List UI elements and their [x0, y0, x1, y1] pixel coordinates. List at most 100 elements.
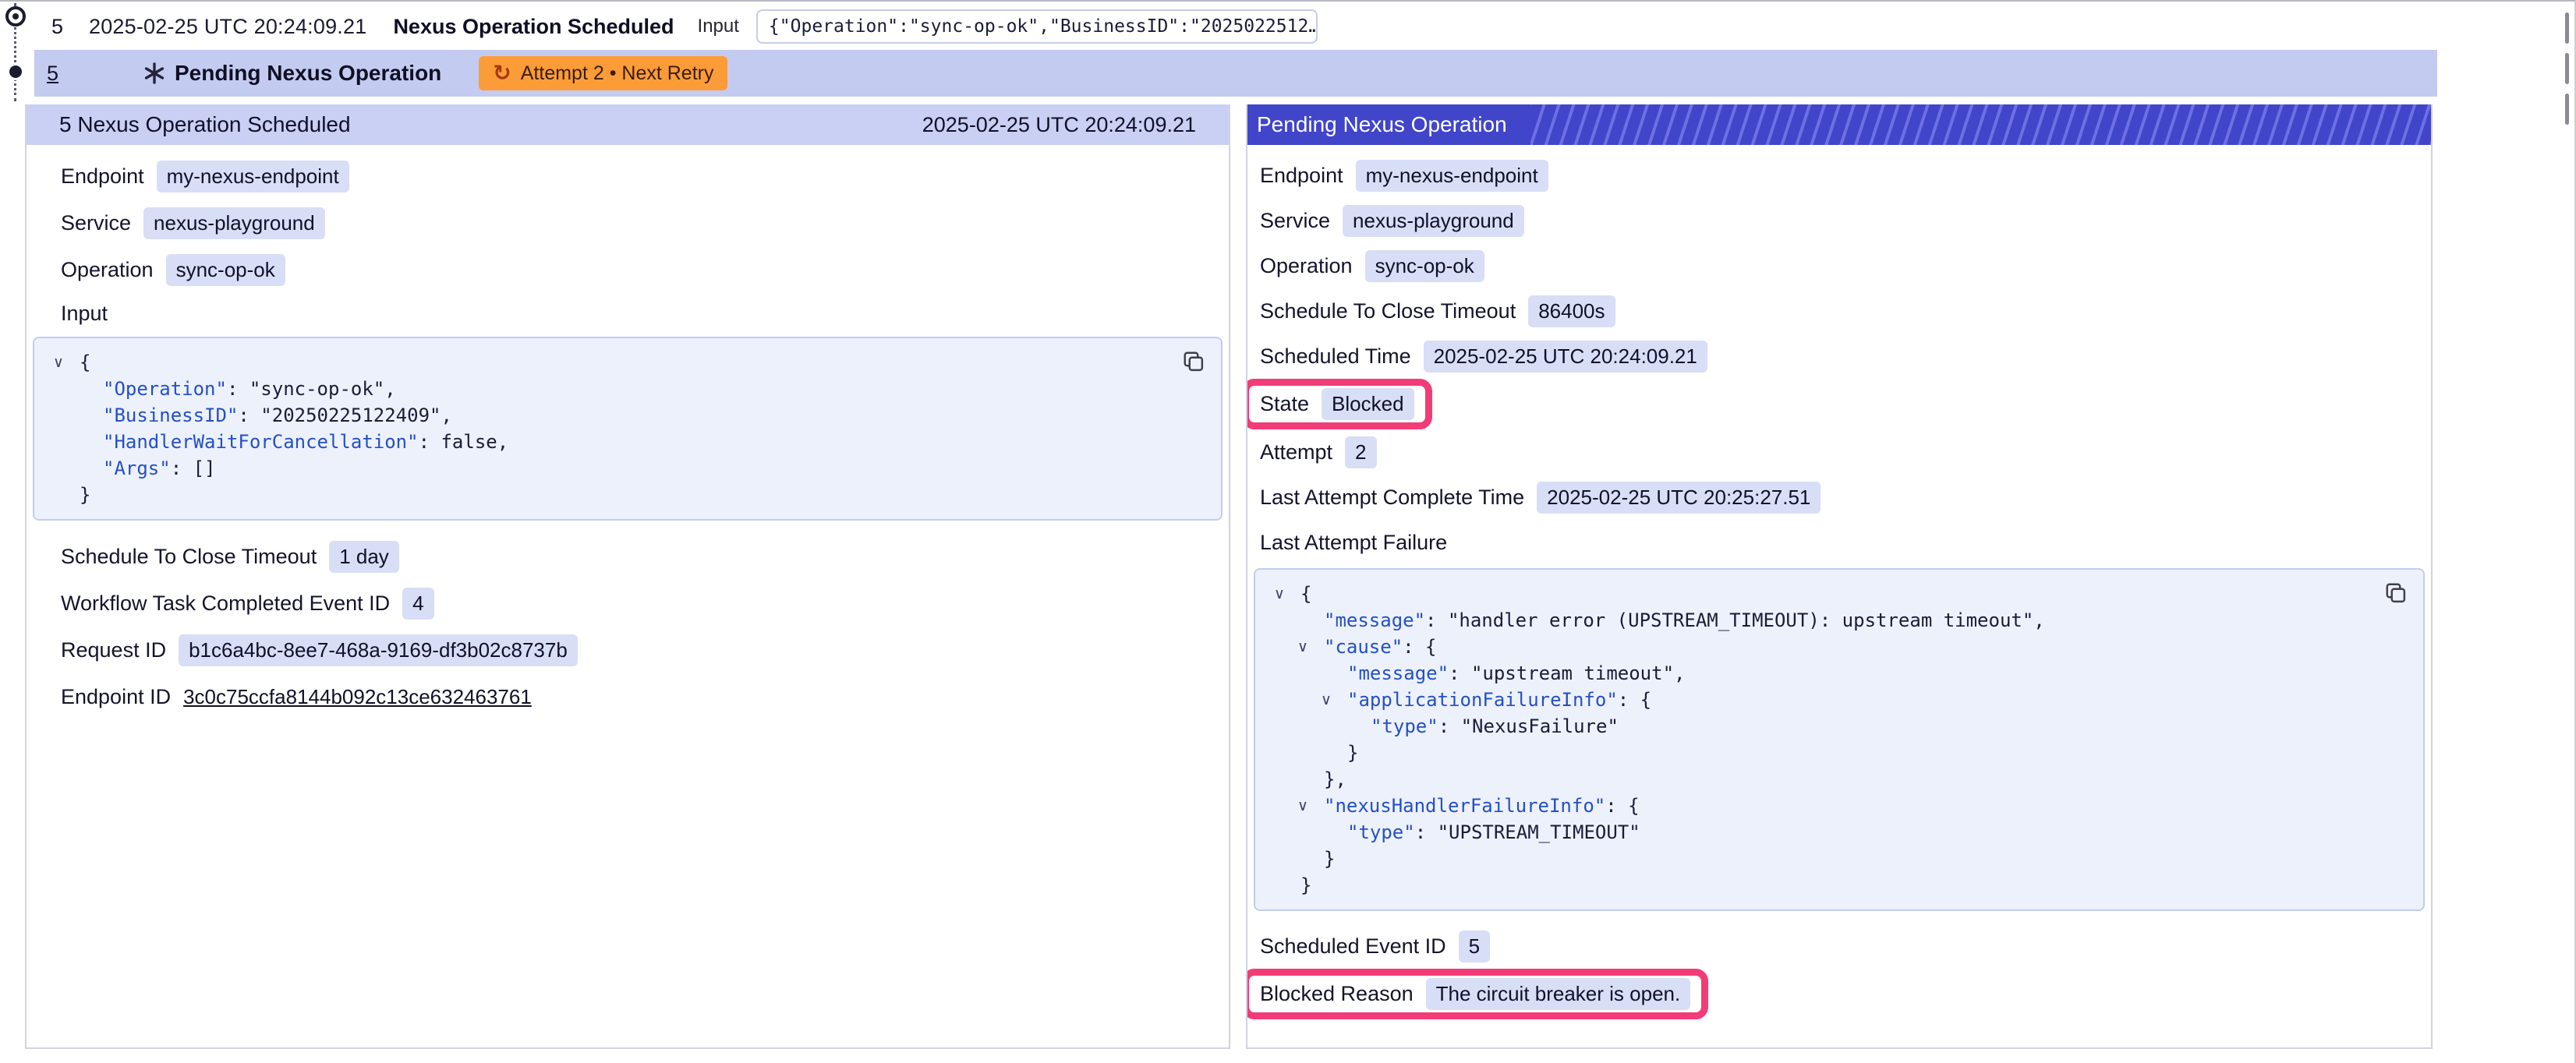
annotation-highlight-box: Blocked Reason The circuit breaker is ope… [1246, 969, 1708, 1019]
code-indent-spacer [1274, 872, 1300, 899]
field-row-endpoint: Endpointmy-nexus-endpoint [61, 153, 1223, 200]
field-label: Schedule To Close Timeout [1260, 299, 1516, 323]
workflow-event-history-view: 5 2025-02-25 UTC 20:24:09.21 Nexus Opera… [0, 0, 2576, 1063]
event-input-label: Input [698, 16, 739, 37]
field-row-input: Input [61, 293, 1223, 334]
code-indent-spacer [1297, 766, 1324, 793]
field-label: Operation [61, 258, 154, 282]
field-label: Blocked Reason [1260, 982, 1414, 1006]
json-code: ∨{"message": "handler error (UPSTREAM_TI… [1274, 581, 2369, 899]
field-label: Last Attempt Failure [1260, 531, 1447, 555]
field-row-endpoint-id: Endpoint ID 3c0c75ccfa8144b092c13ce632463… [61, 673, 1223, 720]
field-label: Endpoint [1260, 164, 1343, 188]
code-line: "type": "NexusFailure" [1371, 713, 1619, 740]
code-line: "message": "upstream timeout", [1347, 660, 1685, 687]
pending-operation-panel: Pending Nexus Operation Endpoint my-nexus… [1246, 104, 2433, 1049]
code-indent-spacer [1321, 819, 1347, 846]
code-line: "HandlerWaitForCancellation": false, [103, 429, 508, 455]
annotation-highlight-box: StateBlocked [1246, 379, 1432, 429]
field-label: Scheduled Time [1260, 344, 1411, 369]
pending-event-marker-icon [7, 63, 24, 80]
retry-badge-label: Attempt 2 • Next Retry [521, 62, 714, 85]
pending-event-title: Pending Nexus Operation [175, 61, 441, 86]
field-row-endpoint: Endpoint my-nexus-endpoint [1260, 153, 2425, 198]
pending-asterisk-icon [143, 62, 165, 84]
code-line: { [80, 349, 90, 376]
field-value-badge: my-nexus-endpoint [1356, 160, 1548, 192]
field-row-operation: Operation sync-op-ok [61, 246, 1223, 293]
code-line: } [1300, 872, 1311, 899]
pending-operation-header-title: Pending Nexus Operation [1247, 104, 1530, 145]
code-indent-spacer [1344, 713, 1371, 740]
field-label: Input [61, 302, 108, 326]
field-row-workflow-task-completed-event-id: Workflow Task Completed Event ID 4 [61, 580, 1223, 627]
field-row-schedule-to-close-timeout: Schedule To Close Timeout 1 day [61, 533, 1223, 580]
failure-json-viewer: ∨{"message": "handler error (UPSTREAM_TI… [1254, 568, 2425, 911]
field-label: Attempt [1260, 440, 1332, 464]
field-row-last-attempt-failure: Last Attempt Failure [1260, 520, 2425, 565]
field-label: Schedule To Close Timeout [61, 545, 317, 569]
field-label: Workflow Task Completed Event ID [61, 592, 390, 616]
field-row-blocked-reason: Blocked Reason The circuit breaker is ope… [1260, 969, 2425, 1019]
field-value-badge: 4 [402, 588, 433, 620]
code-line: { [1300, 581, 1311, 607]
copy-button[interactable] [1180, 349, 1207, 376]
field-row-operation: Operation sync-op-ok [1260, 243, 2425, 288]
scrollbar-thumb[interactable] [2565, 12, 2569, 44]
event-input-preview-chip[interactable]: {"Operation":"sync-op-ok","BusinessID":"… [756, 9, 1318, 44]
code-line: }, [1324, 766, 1346, 793]
field-row-request-id: Request IDb1c6a4bc-8ee7-468a-9169-df3b02… [61, 627, 1223, 673]
code-line: "Args": [] [103, 455, 216, 482]
field-value-badge: 1 day [329, 541, 399, 573]
collapse-chevron-icon[interactable]: ∨ [53, 349, 80, 376]
code-indent-spacer [76, 429, 103, 455]
field-group-bottom: Schedule To Close Timeout 1 day Workflow T… [33, 533, 1223, 720]
field-label: Operation [1260, 254, 1353, 278]
code-line: "applicationFailureInfo": { [1347, 687, 1651, 713]
field-group-top: Endpointmy-nexus-endpointServicenexus-pl… [1254, 153, 2425, 520]
event-row-pending-nexus-operation[interactable]: 5 Pending Nexus Operation ↻ Attempt 2 • … [34, 50, 2437, 97]
event-detail-header-time: 2025-02-25 UTC 20:24:09.21 [922, 113, 1196, 137]
field-value-badge: Blocked [1322, 388, 1414, 420]
code-indent-spacer [1297, 607, 1324, 634]
field-label: Endpoint ID [61, 685, 171, 709]
field-value-badge: sync-op-ok [166, 254, 285, 286]
copy-button[interactable] [2383, 581, 2409, 607]
field-label: Service [1260, 209, 1330, 233]
scrollbar-thumb[interactable] [2565, 53, 2569, 84]
field-group-bottom: Scheduled Event ID5Blocked ReasonThe cir… [1254, 924, 2425, 1019]
event-id-link[interactable]: 5 [47, 62, 84, 86]
retry-attempt-badge: ↻ Attempt 2 • Next Retry [479, 56, 727, 90]
field-row-service: Servicenexus-playground [61, 200, 1223, 246]
pending-operation-header: Pending Nexus Operation [1247, 104, 2431, 145]
field-row-scheduled-time: Scheduled Time 2025-02-25 UTC 20:24:09.21 [1260, 334, 2425, 379]
event-start-marker-icon [5, 6, 26, 26]
field-value-link[interactable]: 3c0c75ccfa8144b092c13ce632463761 [183, 685, 532, 709]
code-indent-spacer [1297, 846, 1324, 872]
timeline-rail [0, 2, 34, 104]
field-value-badge: sync-op-ok [1365, 250, 1484, 282]
field-label: Last Attempt Complete Time [1260, 486, 1524, 510]
field-row-state: StateBlocked [1260, 379, 2425, 429]
field-row-attempt: Attempt 2 [1260, 429, 2425, 475]
event-id[interactable]: 5 [51, 15, 89, 39]
code-indent-spacer [76, 376, 103, 402]
collapse-chevron-icon[interactable]: ∨ [1321, 687, 1347, 713]
field-label: Endpoint [61, 164, 144, 189]
field-value-badge: 2025-02-25 UTC 20:24:09.21 [1424, 341, 1707, 373]
field-group-top: Endpointmy-nexus-endpointServicenexus-pl… [33, 153, 1223, 293]
field-value-badge: 2 [1345, 436, 1376, 468]
collapse-chevron-icon[interactable]: ∨ [1297, 634, 1324, 660]
field-value-badge: 5 [1459, 931, 1490, 962]
field-row-last-attempt-complete-time: Last Attempt Complete Time 2025-02-25 UTC… [1260, 475, 2425, 520]
code-line: } [1324, 846, 1335, 872]
field-value-badge: The circuit breaker is open. [1426, 978, 1691, 1010]
collapse-chevron-icon[interactable]: ∨ [1297, 793, 1324, 819]
field-value-badge: nexus-playground [143, 207, 325, 239]
scrollbar-thumb[interactable] [2565, 94, 2569, 125]
event-row-nexus-operation-scheduled[interactable]: 5 2025-02-25 UTC 20:24:09.21 Nexus Opera… [0, 3, 2542, 50]
collapse-chevron-icon[interactable]: ∨ [1274, 581, 1300, 607]
field-label: Request ID [61, 638, 166, 662]
code-indent-spacer [53, 482, 80, 508]
field-value-badge: 2025-02-25 UTC 20:25:27.51 [1537, 482, 1821, 514]
